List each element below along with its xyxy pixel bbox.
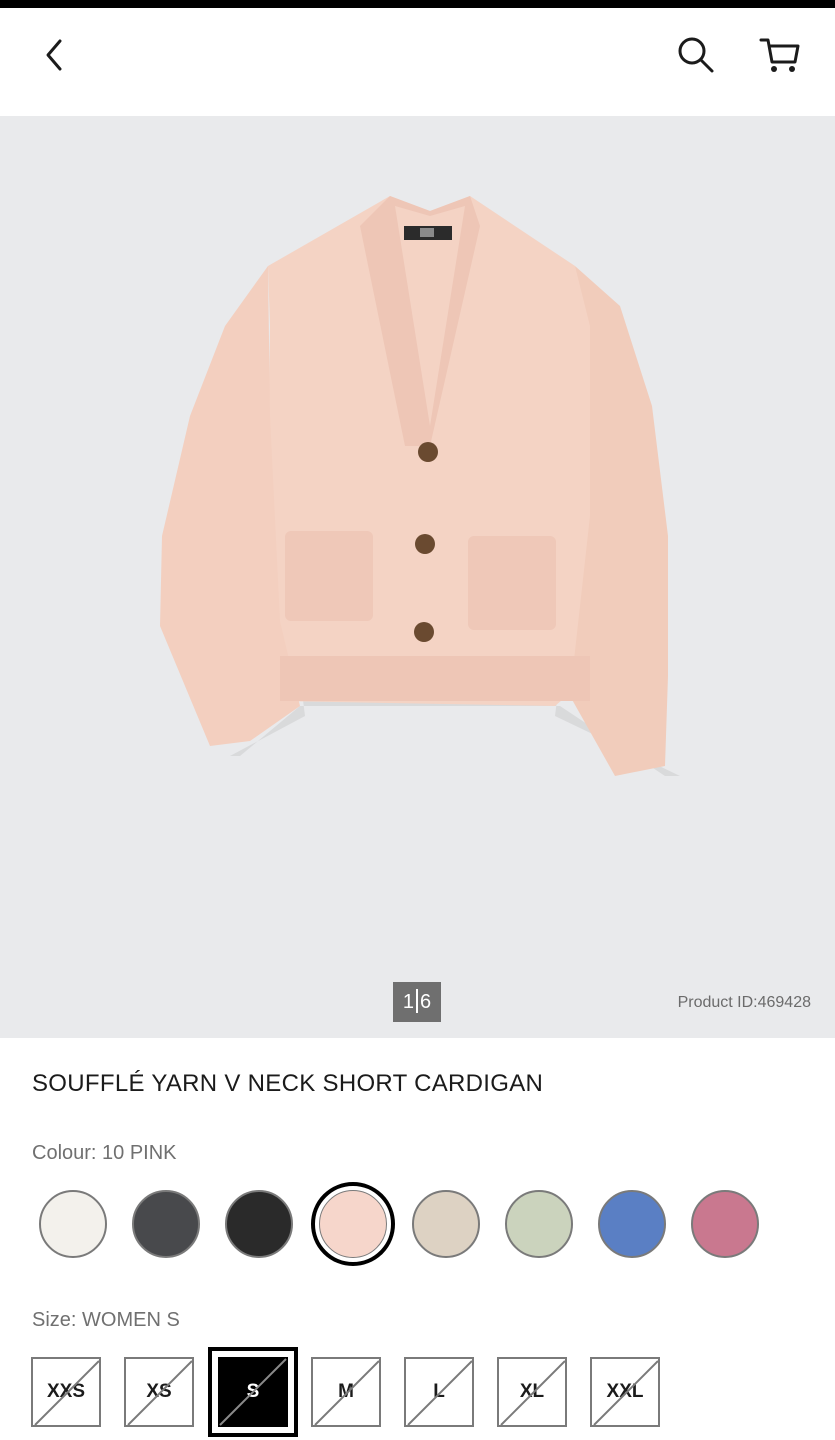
product-id: Product ID:469428 <box>677 994 811 1011</box>
size-option-xxl[interactable]: XXL <box>590 1357 660 1427</box>
size-option-s-fill: S <box>218 1357 288 1427</box>
colour-swatch-rose[interactable] <box>691 1190 759 1258</box>
unavailable-slash-icon <box>500 1360 565 1425</box>
unavailable-slash-icon <box>219 1358 287 1426</box>
size-option-xs[interactable]: XS <box>124 1357 194 1427</box>
product-image-cardigan <box>160 196 680 776</box>
size-label: Size: WOMEN S <box>32 1309 180 1331</box>
back-button[interactable] <box>28 30 82 80</box>
image-counter-total: 6 <box>420 991 432 1013</box>
image-counter: 16 <box>393 982 441 1022</box>
unavailable-slash-icon <box>407 1360 472 1425</box>
colour-swatch-blue[interactable] <box>598 1190 666 1258</box>
colour-swatch-pink-fill <box>319 1190 387 1258</box>
unavailable-slash-icon <box>127 1360 192 1425</box>
search-icon <box>678 37 714 73</box>
size-option-m[interactable]: M <box>311 1357 381 1427</box>
cart-button[interactable] <box>752 30 808 80</box>
product-image-gallery[interactable] <box>0 116 835 1038</box>
colour-label: Colour: 10 PINK <box>32 1142 177 1164</box>
top-navigation-bar <box>0 8 835 116</box>
unavailable-slash-icon <box>314 1360 379 1425</box>
colour-swatch-dark-gray[interactable] <box>132 1190 200 1258</box>
chevron-left-icon <box>46 39 62 71</box>
status-bar-border <box>0 0 835 8</box>
size-option-l[interactable]: L <box>404 1357 474 1427</box>
colour-swatch-black[interactable] <box>225 1190 293 1258</box>
colour-swatch-pink[interactable] <box>311 1182 395 1266</box>
size-option-xxs[interactable]: XXS <box>31 1357 101 1427</box>
image-counter-separator <box>416 989 418 1013</box>
search-button[interactable] <box>668 30 724 80</box>
colour-swatch-beige[interactable] <box>412 1190 480 1258</box>
size-option-xl[interactable]: XL <box>497 1357 567 1427</box>
image-counter-current: 1 <box>402 991 414 1013</box>
unavailable-slash-icon <box>34 1360 99 1425</box>
size-option-s[interactable]: S <box>208 1347 298 1437</box>
unavailable-slash-icon <box>593 1360 658 1425</box>
colour-swatch-light-green[interactable] <box>505 1190 573 1258</box>
colour-swatch-off-white[interactable] <box>39 1190 107 1258</box>
cart-icon <box>759 38 800 72</box>
product-title: SOUFFLÉ YARN V NECK SHORT CARDIGAN <box>32 1070 544 1097</box>
